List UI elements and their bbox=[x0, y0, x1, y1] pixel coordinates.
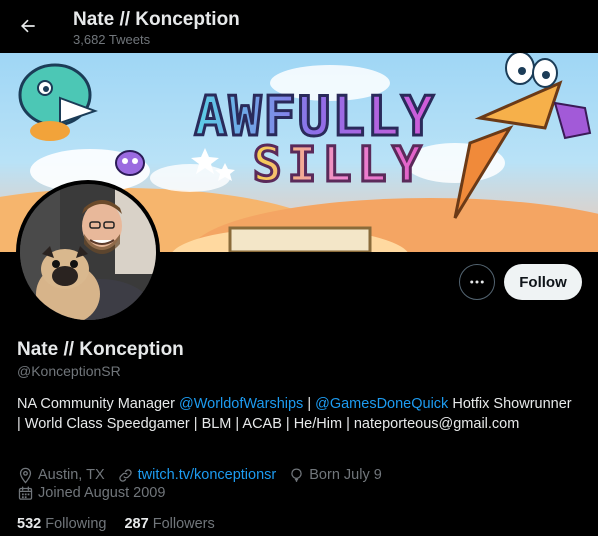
follow-button[interactable]: Follow bbox=[504, 264, 582, 300]
website-link[interactable]: twitch.tv/konceptionsr bbox=[138, 467, 277, 483]
following-stat[interactable]: 532 Following bbox=[17, 516, 106, 532]
banner-title-line2: SILLY bbox=[253, 137, 428, 193]
link-icon bbox=[118, 468, 132, 482]
location: Austin, TX bbox=[17, 467, 105, 484]
more-button[interactable] bbox=[459, 264, 495, 300]
birthday-text: Born July 9 bbox=[309, 467, 382, 483]
profile-bio: NA Community Manager @WorldofWarships | … bbox=[17, 394, 577, 434]
website[interactable]: twitch.tv/konceptionsr bbox=[117, 467, 277, 484]
follow-stats: 532 Following 287 Followers bbox=[17, 514, 233, 534]
back-button[interactable] bbox=[10, 8, 46, 44]
followers-label: Followers bbox=[152, 516, 215, 532]
following-label: Following bbox=[45, 516, 107, 532]
following-count: 532 bbox=[17, 516, 42, 532]
birthday: Born July 9 bbox=[288, 467, 382, 484]
header-title: Nate // Konception bbox=[73, 9, 240, 30]
followers-count: 287 bbox=[124, 516, 149, 532]
more-icon bbox=[470, 280, 484, 284]
bio-text: | bbox=[303, 396, 316, 412]
location-text: Austin, TX bbox=[38, 467, 105, 483]
location-icon bbox=[19, 467, 32, 484]
user-handle: @KonceptionSR bbox=[17, 363, 121, 379]
balloon-icon bbox=[291, 467, 302, 482]
calendar-icon bbox=[18, 485, 33, 500]
display-name: Nate // Konception bbox=[17, 339, 184, 360]
avatar-photo bbox=[20, 184, 156, 320]
avatar[interactable] bbox=[16, 180, 160, 324]
tweet-count: 3,682 Tweets bbox=[73, 32, 151, 47]
mention-worldofwarships[interactable]: @WorldofWarships bbox=[179, 396, 303, 412]
joined-text: Joined August 2009 bbox=[38, 485, 166, 501]
mention-gamesdonequick[interactable]: @GamesDoneQuick bbox=[315, 396, 448, 412]
joined: Joined August 2009 bbox=[17, 485, 165, 502]
profile-meta: Austin, TX twitch.tv/konceptionsr Born J… bbox=[17, 465, 394, 485]
top-bar: Nate // Konception 3,682 Tweets bbox=[0, 0, 598, 53]
bio-text: NA Community Manager bbox=[17, 396, 179, 412]
profile-meta-joined: Joined August 2009 bbox=[17, 483, 177, 503]
followers-stat[interactable]: 287 Followers bbox=[124, 516, 214, 532]
back-arrow-icon bbox=[21, 19, 35, 33]
